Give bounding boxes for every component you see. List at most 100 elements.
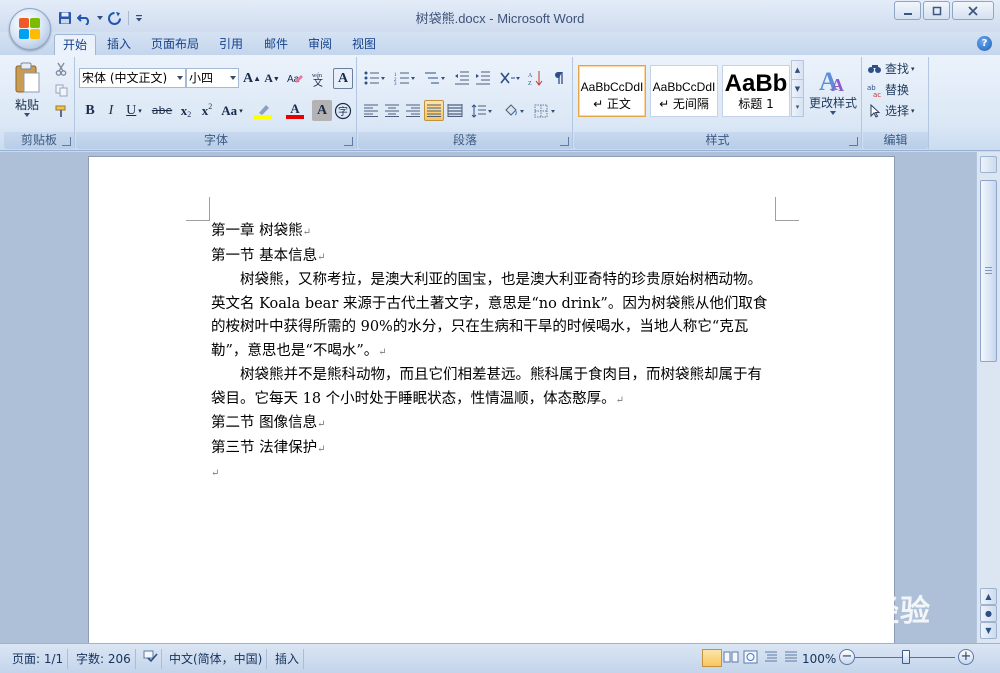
doc-line-section-1: 第一节 基本信息↵ xyxy=(211,245,776,270)
svg-text:3: 3 xyxy=(394,82,397,85)
change-styles-label: 更改样式 xyxy=(808,95,857,110)
bold-button[interactable]: B xyxy=(80,100,100,121)
window-controls xyxy=(894,1,994,20)
minimize-button[interactable] xyxy=(894,1,921,20)
clipboard-launcher-icon[interactable] xyxy=(62,137,71,146)
font-name-dropdown-icon xyxy=(177,76,183,80)
cut-icon[interactable] xyxy=(52,60,70,78)
status-language[interactable]: 中文(简体，中国) xyxy=(165,649,268,669)
previous-page-icon[interactable]: ▲ xyxy=(980,588,997,605)
style-no-spacing[interactable]: AaBbCcDdI ↵ 无间隔 xyxy=(650,65,718,117)
status-zoom-level[interactable]: 100% xyxy=(798,649,840,669)
font-size-combo[interactable]: 小四 xyxy=(186,68,239,88)
find-label: 查找 xyxy=(885,62,910,76)
sort-icon[interactable]: AZ xyxy=(526,67,546,88)
decrease-indent-icon[interactable] xyxy=(452,67,472,88)
proofing-icon[interactable] xyxy=(138,649,162,669)
superscript-button[interactable]: x2 xyxy=(197,100,217,121)
tab-insert[interactable]: 插入 xyxy=(99,34,139,56)
distributed-icon[interactable] xyxy=(445,100,465,121)
tab-view[interactable]: 视图 xyxy=(344,34,384,56)
doc-paragraph-2: 树袋熊并不是熊科动物，而且它们相差甚远。熊科属于食肉目，而树袋熊却属于有袋目。它… xyxy=(211,364,776,412)
styles-scroll-up-icon[interactable]: ▲ xyxy=(792,61,803,79)
tab-references[interactable]: 引用 xyxy=(211,34,251,56)
character-shading-icon[interactable]: A xyxy=(312,100,332,121)
character-border-icon[interactable]: A xyxy=(333,68,353,89)
strikethrough-button[interactable]: abe xyxy=(150,100,174,121)
tab-page-layout[interactable]: 页面布局 xyxy=(143,34,207,56)
help-icon[interactable]: ? xyxy=(977,36,992,51)
font-size-dropdown-icon xyxy=(230,76,236,80)
highlight-button[interactable] xyxy=(249,100,277,121)
paste-button[interactable]: 粘贴 xyxy=(8,57,46,121)
replace-button[interactable]: ab ac 替换 xyxy=(866,79,926,100)
justify-icon[interactable] xyxy=(424,100,444,121)
paragraph-launcher-icon[interactable] xyxy=(560,137,569,146)
vertical-scrollbar[interactable]: ▲ ● ▼ xyxy=(976,152,1000,643)
subscript-button[interactable]: x2 xyxy=(176,100,196,121)
italic-button[interactable]: I xyxy=(101,100,121,121)
enclose-characters-icon[interactable]: 字 xyxy=(333,100,353,121)
bullets-icon[interactable] xyxy=(361,67,389,88)
styles-launcher-icon[interactable] xyxy=(849,137,858,146)
copy-icon[interactable] xyxy=(52,81,70,99)
select-button[interactable]: 选择 ▾ xyxy=(866,100,926,121)
format-painter-icon[interactable] xyxy=(52,102,70,120)
shading-icon[interactable] xyxy=(500,100,528,121)
tab-mailings[interactable]: 邮件 xyxy=(256,34,296,56)
status-insert-mode[interactable]: 插入 xyxy=(271,649,305,669)
svg-text:文: 文 xyxy=(313,76,323,87)
doc-line-section-3: 第三节 法律保护↵ xyxy=(211,437,776,462)
maximize-button[interactable] xyxy=(923,1,950,20)
font-color-button[interactable]: A xyxy=(281,100,309,121)
select-browse-object-icon[interactable]: ● xyxy=(980,605,997,622)
align-right-icon[interactable] xyxy=(403,100,423,121)
multilevel-list-icon[interactable] xyxy=(421,67,449,88)
numbering-icon[interactable]: 123 xyxy=(391,67,419,88)
close-button[interactable] xyxy=(952,1,994,20)
line-spacing-icon[interactable] xyxy=(468,100,496,121)
scroll-thumb[interactable] xyxy=(980,180,997,362)
editing-group-label: 编辑 xyxy=(863,132,928,149)
show-marks-icon[interactable] xyxy=(549,67,569,88)
font-launcher-icon[interactable] xyxy=(344,137,353,146)
find-button[interactable]: 查找 ▾ xyxy=(866,58,926,79)
styles-scroll-down-icon[interactable]: ▼ xyxy=(792,79,803,97)
change-styles-button[interactable]: A A 更改样式 xyxy=(806,59,860,121)
document-body[interactable]: 第一章 树袋熊↵ 第一节 基本信息↵ 树袋熊，又称考拉，是澳大利亚的国宝，也是澳… xyxy=(211,220,776,486)
status-page-count[interactable]: 页面: 1/1 xyxy=(8,649,69,669)
zoom-out-icon[interactable]: − xyxy=(839,649,855,665)
view-print-layout-icon[interactable] xyxy=(702,649,722,667)
view-web-layout-icon[interactable] xyxy=(742,649,762,667)
clear-formatting-icon[interactable]: Aa xyxy=(284,68,306,89)
align-center-icon[interactable] xyxy=(382,100,402,121)
style-normal[interactable]: AaBbCcDdI ↵ 正文 xyxy=(578,65,646,117)
shrink-font-icon[interactable]: A ▼ xyxy=(263,68,281,89)
styles-more-icon[interactable]: ▾ xyxy=(792,97,803,115)
title-bar: 树袋熊.docx - Microsoft Word xyxy=(0,0,1000,32)
tab-review[interactable]: 审阅 xyxy=(300,34,340,56)
status-bar: 页面: 1/1 字数: 206 中文(简体，中国) 插入 100% − + xyxy=(0,643,1000,673)
style-heading-1[interactable]: AaBb 标题 1 xyxy=(722,65,790,117)
style-heading-1-sample: AaBb xyxy=(724,70,788,97)
zoom-slider-thumb[interactable] xyxy=(902,650,910,664)
phonetic-guide-icon[interactable]: wén 文 xyxy=(308,68,330,89)
tab-home[interactable]: 开始 xyxy=(54,34,97,56)
underline-button[interactable]: U ▾ xyxy=(122,100,146,121)
zoom-in-icon[interactable]: + xyxy=(958,649,974,665)
ruler-toggle-icon[interactable] xyxy=(980,156,997,173)
next-page-icon[interactable]: ▼ xyxy=(980,622,997,639)
view-outline-icon[interactable] xyxy=(762,649,782,667)
view-full-screen-icon[interactable] xyxy=(722,649,742,667)
watermark-url: jingyan.baidu.com xyxy=(766,620,872,632)
office-button[interactable] xyxy=(9,8,51,50)
change-case-button[interactable]: Aa ▾ xyxy=(219,100,245,121)
status-word-count[interactable]: 字数: 206 xyxy=(72,649,136,669)
borders-icon[interactable] xyxy=(531,100,559,121)
grow-font-icon[interactable]: A ▲ xyxy=(242,68,262,89)
chinese-layout-icon[interactable] xyxy=(496,67,524,88)
align-left-icon[interactable] xyxy=(361,100,381,121)
increase-indent-icon[interactable] xyxy=(473,67,493,88)
font-name-combo[interactable]: 宋体 (中文正文) xyxy=(79,68,186,88)
font-size-value: 小四 xyxy=(189,71,214,85)
